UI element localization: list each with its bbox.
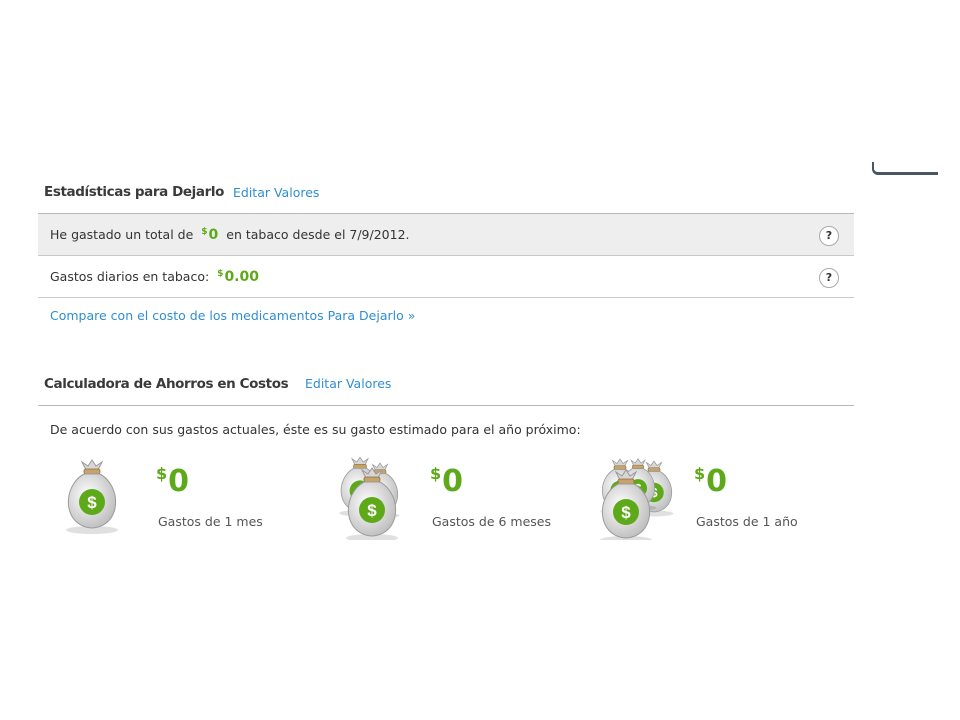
daily-spend-text: Gastos diarios en tabaco: $0.00 (50, 269, 263, 285)
edit-values-link[interactable]: Editar Valores (233, 185, 319, 200)
one-month-amount: $0 (156, 464, 189, 499)
total-spent-amount: $0 (201, 227, 219, 243)
calculator-description: De acuerdo con sus gastos actuales, éste… (50, 422, 581, 437)
help-icon[interactable]: ? (819, 226, 839, 246)
edit-values-link[interactable]: Editar Valores (305, 376, 391, 391)
money-bags-pile-icon (599, 458, 674, 540)
savings-calculator-header: Calculadora de Ahorros en Costos Editar … (38, 370, 854, 406)
total-spent-text: He gastado un total de $0 en tabaco desd… (50, 227, 410, 243)
quit-stats-title: Estadísticas para Dejarlo (44, 184, 224, 200)
money-bags-stack-icon (338, 456, 400, 540)
savings-calculator-section: Calculadora de Ahorros en Costos Editar … (38, 370, 854, 540)
one-month-card: $0 Gastos de 1 mes (60, 450, 320, 540)
one-month-label: Gastos de 1 mes (158, 514, 263, 529)
quit-stats-section: Estadísticas para Dejarlo Editar Valores… (38, 178, 854, 323)
one-year-card: $0 Gastos de 1 año (598, 450, 858, 540)
quit-stats-header: Estadísticas para Dejarlo Editar Valores (38, 178, 854, 214)
six-month-card: $0 Gastos de 6 meses (334, 450, 594, 540)
one-year-label: Gastos de 1 año (696, 514, 798, 529)
daily-spend-row: Gastos diarios en tabaco: $0.00 ? (38, 256, 854, 298)
total-spent-suffix: en tabaco desde el 7/9/2012. (226, 227, 410, 242)
one-year-amount: $0 (694, 464, 727, 499)
decorative-corner-line (872, 162, 938, 175)
savings-calculator-title: Calculadora de Ahorros en Costos (44, 376, 289, 392)
daily-spend-prefix: Gastos diarios en tabaco: (50, 269, 210, 284)
six-month-label: Gastos de 6 meses (432, 514, 552, 529)
total-spent-row: He gastado un total de $0 en tabaco desd… (38, 214, 854, 256)
total-spent-prefix: He gastado un total de (50, 227, 194, 242)
help-icon[interactable]: ? (819, 268, 839, 288)
daily-spend-amount: $0.00 (217, 269, 259, 285)
six-month-amount: $0 (430, 464, 463, 499)
money-bag-icon (65, 459, 119, 535)
compare-medications-link[interactable]: Compare con el costo de los medicamentos… (50, 308, 854, 323)
